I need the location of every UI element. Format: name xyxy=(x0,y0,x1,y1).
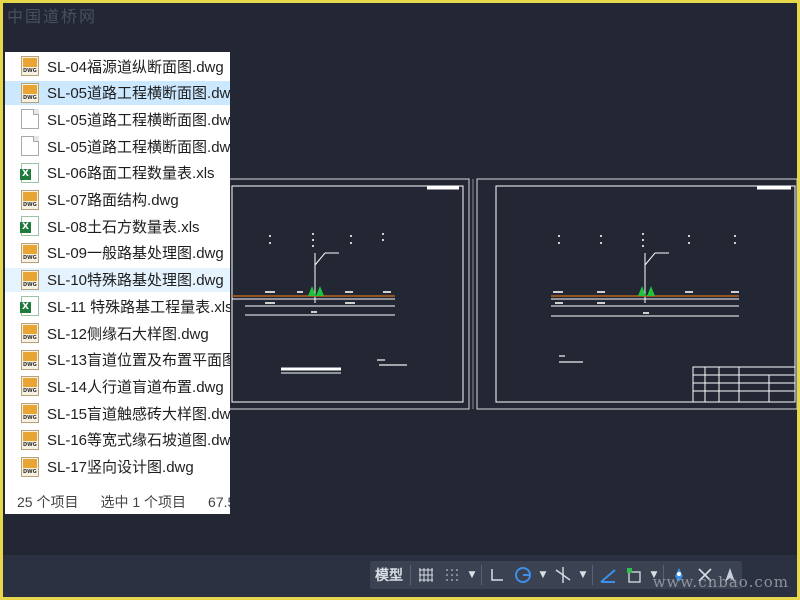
toolbar-divider xyxy=(481,565,482,585)
file-list-item[interactable]: DWG SL-12侧缘石大样图.dwg xyxy=(5,321,230,345)
dwg-file-icon: DWG xyxy=(21,429,39,450)
selection-count-label: 选中 1 个项目 xyxy=(100,494,187,510)
dynamic-ucs-icon[interactable] xyxy=(621,561,647,589)
model-tab-button[interactable]: 模型 xyxy=(370,561,408,589)
file-list-item[interactable]: DWG SL-13盲道位置及布置平面图.dwg xyxy=(5,348,230,372)
toolbar-divider xyxy=(592,565,593,585)
file-list-item[interactable]: DWG SL-07路面结构.dwg xyxy=(5,188,230,212)
file-name-label: SL-07路面结构.dwg xyxy=(47,192,179,209)
dwg-file-icon: DWG xyxy=(21,323,39,343)
excel-file-icon: X xyxy=(20,216,39,237)
file-list-item[interactable]: X SL-08土石方数量表.xls xyxy=(5,214,230,238)
file-list-item[interactable]: DWG SL-05道路工程横断面图.dwg xyxy=(5,80,230,105)
file-list-item[interactable]: DWG SL-04福源道纵断面图.dwg xyxy=(5,54,230,78)
file-name-label: SL-16等宽式缘石坡道图.dwg xyxy=(47,432,230,450)
dwg-file-icon: DWG xyxy=(21,82,39,103)
dwg-file-icon: DWG xyxy=(21,269,39,290)
blank-file-icon xyxy=(21,136,39,157)
file-name-label: SL-15盲道触感砖大样图.dwg xyxy=(47,405,230,423)
file-name-label: SL-12侧缘石大样图.dwg xyxy=(47,325,209,343)
dwg-file-icon: DWG xyxy=(21,189,39,210)
dwg-file-icon: DWG xyxy=(21,403,39,424)
file-explorer-panel[interactable]: DWG SL-04福源道纵断面图.dwg DWG SL-05道路工程横断面图.dwg S… xyxy=(5,52,230,514)
ortho-icon[interactable] xyxy=(484,561,510,589)
file-name-label: SL-13盲道位置及布置平面图.dwg xyxy=(47,352,230,370)
file-name-label: SL-05道路工程横断面图.dwl xyxy=(47,111,230,129)
file-name-label: SL-17竖向设计图.dwg xyxy=(47,459,194,476)
polar-tracking-icon[interactable] xyxy=(510,561,536,589)
cad-window: 中国道桥网 DWG SL-04福源道纵断面图.dwg DWG SL-05道路工程… xyxy=(3,3,797,597)
file-list-item[interactable]: DWG SL-16等宽式缘石坡道图.dwg xyxy=(5,428,230,452)
file-name-label: SL-09一般路基处理图.dwg xyxy=(47,245,224,263)
item-count-label: 25 个项目 xyxy=(17,494,79,510)
toolbar-divider xyxy=(410,565,411,585)
file-list-item[interactable]: DWG SL-17竖向设计图.dwg xyxy=(5,455,230,479)
dwg-file-icon: DWG xyxy=(21,376,39,397)
file-list-item[interactable]: SL-05道路工程横断面图.dwl2 xyxy=(5,134,230,158)
file-list-item[interactable]: DWG SL-15盲道触感砖大样图.dwg xyxy=(5,401,230,425)
tree-symbols-left xyxy=(308,286,324,296)
file-name-label: SL-05道路工程横断面图.dwg xyxy=(47,85,230,103)
file-name-label: SL-05道路工程横断面图.dwl2 xyxy=(47,138,230,156)
file-list-item[interactable]: X SL-06路面工程数量表.xls xyxy=(5,161,230,185)
dwg-file-icon: DWG xyxy=(21,456,39,477)
drawing-sheet-right xyxy=(476,178,797,410)
explorer-status-bar: 25 个项目 选中 1 个项目 67.5 KB xyxy=(5,490,230,514)
file-name-label: SL-04福源道纵断面图.dwg xyxy=(47,58,224,76)
watermark-bottom: www.cnbao.com xyxy=(652,573,789,591)
excel-file-icon: X xyxy=(20,296,39,317)
blank-file-icon xyxy=(21,109,39,130)
chevron-down-icon[interactable]: ▼ xyxy=(536,561,550,589)
file-list-item[interactable]: DWG SL-09一般路基处理图.dwg xyxy=(5,241,230,265)
dwg-file-icon: DWG xyxy=(21,349,39,370)
isodraft-icon[interactable] xyxy=(550,561,576,589)
drawing-sheet-left xyxy=(225,178,470,410)
file-name-label: SL-11 特殊路基工程量表.xls xyxy=(47,298,230,316)
grid-icon[interactable] xyxy=(413,561,439,589)
file-list-item[interactable]: DWG SL-14人行道盲道布置.dwg xyxy=(5,374,230,398)
file-name-label: SL-14人行道盲道布置.dwg xyxy=(47,378,224,396)
file-name-label: SL-10特殊路基处理图.dwg xyxy=(47,272,224,290)
tree-symbols-right xyxy=(638,286,655,296)
selection-size-label: 67.5 KB xyxy=(208,494,230,510)
file-name-label: SL-08土石方数量表.xls xyxy=(47,218,200,236)
dwg-file-icon: DWG xyxy=(21,56,39,76)
file-list-item[interactable]: X SL-11 特殊路基工程量表.xls xyxy=(5,294,230,318)
object-snap-icon[interactable] xyxy=(595,561,621,589)
chevron-down-icon[interactable]: ▼ xyxy=(465,561,479,589)
file-list-item[interactable]: DWG SL-10特殊路基处理图.dwg xyxy=(5,267,230,292)
excel-file-icon: X xyxy=(20,162,39,183)
snap-icon[interactable] xyxy=(439,561,465,589)
dwg-file-icon: DWG xyxy=(21,242,39,263)
file-name-label: SL-06路面工程数量表.xls xyxy=(47,165,215,183)
chevron-down-icon[interactable]: ▼ xyxy=(576,561,590,589)
file-list-item[interactable]: SL-05道路工程横断面图.dwl xyxy=(5,107,230,131)
